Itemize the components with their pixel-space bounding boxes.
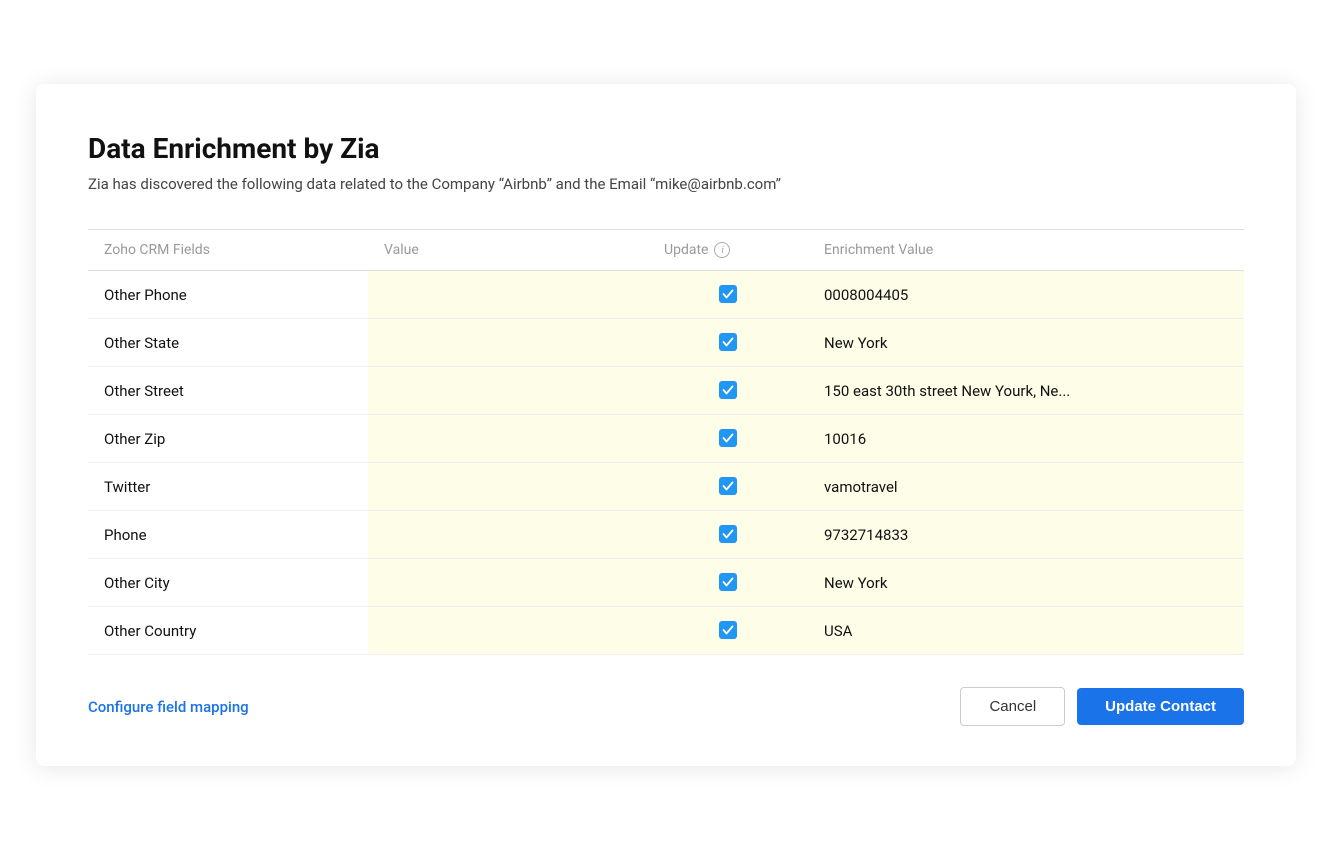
enrichment-table: Zoho CRM Fields Value Update i Enrichmen… <box>88 229 1244 655</box>
table-row: Other Street 150 east 30th street New You… <box>88 367 1244 415</box>
crm-field-cell: Other Zip <box>88 415 368 463</box>
update-cell[interactable] <box>648 607 808 655</box>
update-cell[interactable] <box>648 559 808 607</box>
crm-field-cell: Other Phone <box>88 271 368 319</box>
col-header-enrichment: Enrichment Value <box>808 230 1244 271</box>
update-cell[interactable] <box>648 319 808 367</box>
cancel-button[interactable]: Cancel <box>960 687 1065 726</box>
enrichment-value-cell: 0008004405 <box>808 271 1244 319</box>
table-row: Phone 9732714833 <box>88 511 1244 559</box>
crm-field-cell: Other City <box>88 559 368 607</box>
table-row: Twitter vamotravel <box>88 463 1244 511</box>
table-row: Other City New York <box>88 559 1244 607</box>
update-checkbox[interactable] <box>719 621 737 639</box>
crm-field-cell: Other Street <box>88 367 368 415</box>
footer-row: Configure field mapping Cancel Update Co… <box>88 687 1244 726</box>
update-cell[interactable] <box>648 415 808 463</box>
footer-buttons: Cancel Update Contact <box>960 687 1244 726</box>
update-cell[interactable] <box>648 367 808 415</box>
table-row: Other Country USA <box>88 607 1244 655</box>
update-checkbox[interactable] <box>719 573 737 591</box>
crm-field-cell: Twitter <box>88 463 368 511</box>
page-title: Data Enrichment by Zia <box>88 132 1244 165</box>
table-header-row: Zoho CRM Fields Value Update i Enrichmen… <box>88 230 1244 271</box>
info-icon[interactable]: i <box>714 242 730 258</box>
table-row: Other Zip 10016 <box>88 415 1244 463</box>
value-cell <box>368 415 648 463</box>
update-checkbox[interactable] <box>719 477 737 495</box>
value-cell <box>368 367 648 415</box>
configure-field-mapping-link[interactable]: Configure field mapping <box>88 698 249 716</box>
page-subtitle: Zia has discovered the following data re… <box>88 175 1244 193</box>
col-header-crm: Zoho CRM Fields <box>88 230 368 271</box>
update-cell[interactable] <box>648 271 808 319</box>
enrichment-value-cell: 10016 <box>808 415 1244 463</box>
enrichment-value-cell: vamotravel <box>808 463 1244 511</box>
modal-container: Data Enrichment by Zia Zia has discovere… <box>36 84 1296 766</box>
update-label: Update <box>664 242 708 258</box>
value-cell <box>368 511 648 559</box>
table-row: Other State New York <box>88 319 1244 367</box>
update-cell[interactable] <box>648 463 808 511</box>
crm-field-cell: Other Country <box>88 607 368 655</box>
crm-field-cell: Phone <box>88 511 368 559</box>
update-checkbox[interactable] <box>719 285 737 303</box>
value-cell <box>368 559 648 607</box>
table-row: Other Phone 0008004405 <box>88 271 1244 319</box>
update-checkbox[interactable] <box>719 333 737 351</box>
value-cell <box>368 271 648 319</box>
enrichment-value-cell: 150 east 30th street New Yourk, Ne... <box>808 367 1244 415</box>
enrichment-value-cell: New York <box>808 319 1244 367</box>
update-checkbox[interactable] <box>719 525 737 543</box>
update-cell[interactable] <box>648 511 808 559</box>
update-contact-button[interactable]: Update Contact <box>1077 688 1244 725</box>
col-header-update: Update i <box>648 230 808 271</box>
crm-field-cell: Other State <box>88 319 368 367</box>
update-checkbox[interactable] <box>719 381 737 399</box>
enrichment-value-cell: 9732714833 <box>808 511 1244 559</box>
enrichment-value-cell: New York <box>808 559 1244 607</box>
value-cell <box>368 607 648 655</box>
update-checkbox[interactable] <box>719 429 737 447</box>
value-cell <box>368 463 648 511</box>
enrichment-value-cell: USA <box>808 607 1244 655</box>
col-header-value: Value <box>368 230 648 271</box>
value-cell <box>368 319 648 367</box>
